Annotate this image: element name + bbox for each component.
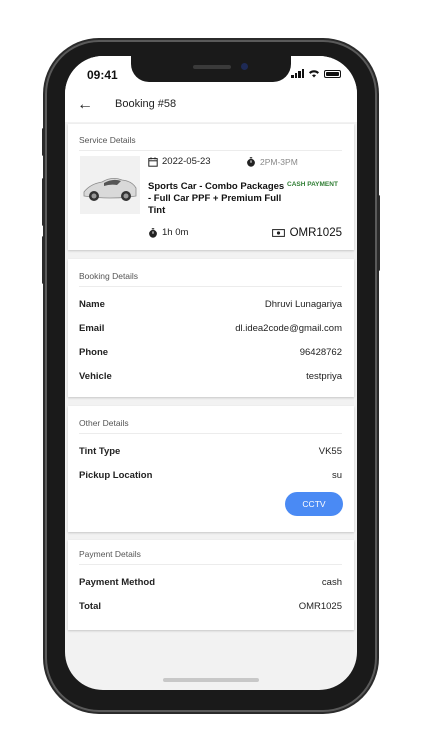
service-details-card: Service Details 2022-05-23 2PM-3PM CASH … bbox=[68, 124, 354, 250]
phone-volume-down bbox=[42, 236, 45, 284]
total-label: Total bbox=[79, 601, 101, 612]
service-section-title: Service Details bbox=[79, 135, 136, 145]
email-label: Email bbox=[79, 323, 105, 334]
booking-section-title: Booking Details bbox=[79, 271, 139, 281]
email-value[interactable]: dl.idea2code@gmail.com bbox=[235, 323, 342, 334]
page-title: Booking #58 bbox=[115, 98, 177, 110]
vehicle-label: Vehicle bbox=[79, 371, 112, 382]
phone-volume-up bbox=[42, 178, 45, 226]
payment-method-value: cash bbox=[321, 577, 342, 588]
status-time: 09:41 bbox=[87, 68, 118, 82]
payment-method-label: Payment Method bbox=[79, 577, 156, 588]
stopwatch-icon bbox=[247, 157, 255, 167]
status-icons bbox=[291, 69, 341, 78]
wifi-icon bbox=[309, 70, 319, 78]
service-duration: 1h 0m bbox=[148, 227, 188, 238]
tint-type-label: Tint Type bbox=[79, 446, 121, 457]
other-details-card: Other Details Tint Type VK55 Pickup Loca… bbox=[68, 406, 354, 532]
app-bar: ← Booking #58 bbox=[65, 90, 357, 122]
price-text: OMR1025 bbox=[289, 227, 342, 239]
phone-side-button bbox=[42, 128, 45, 156]
divider bbox=[79, 433, 342, 434]
payment-badge: CASH PAYMENT bbox=[287, 181, 338, 188]
divider bbox=[79, 286, 342, 287]
divider bbox=[79, 564, 342, 565]
cash-icon bbox=[271, 229, 285, 237]
calendar-icon bbox=[148, 156, 158, 167]
stopwatch-icon bbox=[149, 227, 157, 238]
pickup-location-value: su bbox=[331, 470, 342, 481]
signal-icon bbox=[291, 69, 304, 78]
speaker-grill bbox=[193, 65, 231, 69]
home-indicator bbox=[163, 678, 259, 682]
vehicle-value: testpriya bbox=[306, 371, 342, 382]
service-time-slot: 2PM-3PM bbox=[246, 157, 298, 167]
screen: 09:41 ← Booking #58 Service Details 2022… bbox=[65, 56, 357, 690]
service-price: OMR1025 bbox=[271, 227, 342, 239]
service-date: 2022-05-23 bbox=[148, 156, 211, 167]
booking-details-card: Booking Details Name Dhruvi Lunagariya E… bbox=[68, 259, 354, 397]
cctv-button[interactable]: CCTV bbox=[285, 492, 343, 516]
duration-text: 1h 0m bbox=[162, 227, 189, 238]
divider bbox=[79, 150, 342, 151]
payment-section-title: Payment Details bbox=[79, 549, 141, 559]
front-camera bbox=[241, 63, 248, 70]
service-name: Sports Car - Combo Packages - Full Car P… bbox=[148, 181, 285, 216]
phone-power-button bbox=[377, 195, 380, 271]
back-arrow-icon[interactable]: ← bbox=[77, 96, 93, 114]
phone-notch bbox=[131, 56, 291, 82]
name-value: Dhruvi Lunagariya bbox=[264, 299, 342, 310]
time-slot-text: 2PM-3PM bbox=[260, 157, 298, 167]
phone-label: Phone bbox=[79, 347, 109, 358]
phone-value[interactable]: 96428762 bbox=[300, 347, 342, 358]
name-label: Name bbox=[79, 299, 105, 310]
tint-type-value: VK55 bbox=[318, 446, 342, 457]
pickup-location-label: Pickup Location bbox=[79, 470, 153, 481]
battery-icon bbox=[324, 69, 341, 78]
total-value: OMR1025 bbox=[298, 601, 342, 612]
other-section-title: Other Details bbox=[79, 418, 129, 428]
car-image bbox=[80, 156, 140, 214]
service-date-text: 2022-05-23 bbox=[162, 156, 211, 167]
payment-details-card: Payment Details Payment Method cash Tota… bbox=[68, 540, 354, 630]
